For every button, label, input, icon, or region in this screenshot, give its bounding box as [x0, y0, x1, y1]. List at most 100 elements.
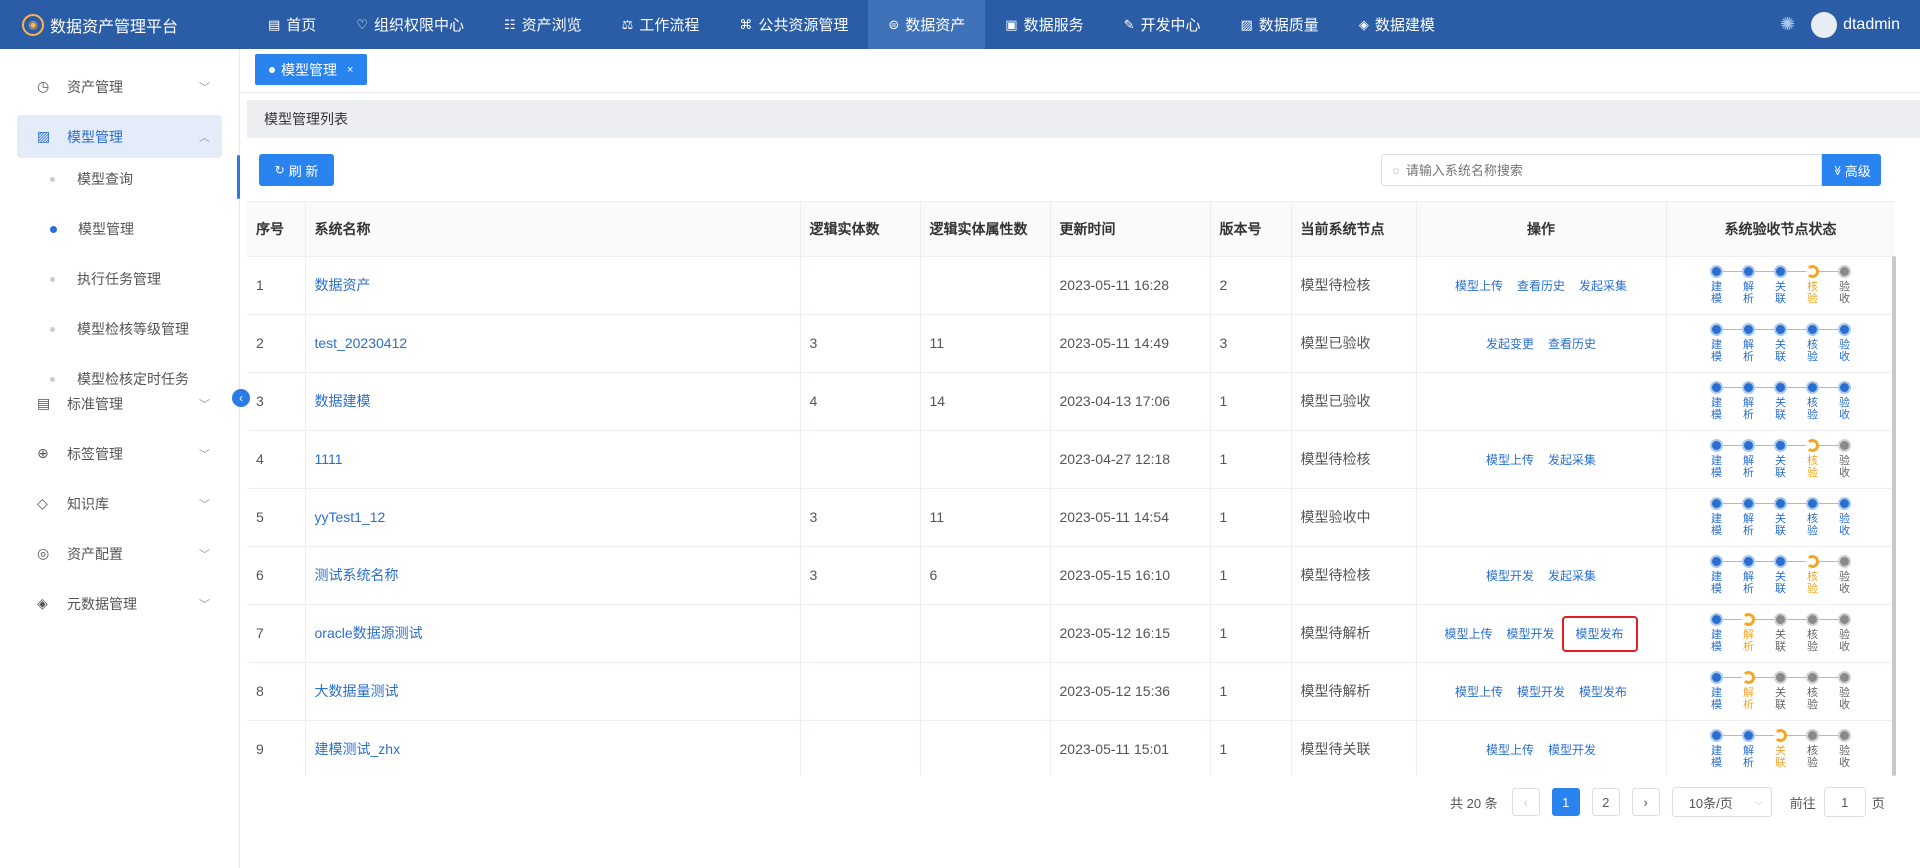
column-header: 逻辑实体数 — [800, 202, 921, 257]
nav-item-5[interactable]: ⊜ 数据资产 — [868, 0, 986, 49]
column-header: 系统验收节点状态 — [1666, 202, 1895, 257]
sidebar-item-3[interactable]: ⊕ 标签管理 ﹀ — [17, 432, 222, 475]
page-button[interactable]: 1 — [1551, 788, 1580, 816]
status-dot-icon — [1710, 671, 1723, 684]
action-link[interactable]: 模型开发 — [1517, 685, 1565, 699]
nav-item-7[interactable]: ✎ 开发中心 — [1104, 0, 1221, 49]
status-dot-icon — [1838, 381, 1851, 394]
page-button[interactable]: 2 — [1591, 788, 1620, 816]
sidebar-item-4[interactable]: ◇ 知识库 ﹀ — [17, 482, 222, 525]
table-row: 2 test_20230412 3 11 2023-05-11 14:49 3 模型已验收发… — [247, 314, 1895, 373]
refresh-button[interactable]: ↻ 刷 新 — [259, 154, 334, 186]
status-dot-icon — [1774, 439, 1787, 452]
action-link[interactable]: 模型开发 — [1506, 627, 1554, 641]
action-link[interactable]: 查看历史 — [1517, 279, 1565, 293]
sidebar-subitem-1[interactable]: 模型管理 — [50, 214, 134, 244]
page-size-select[interactable]: 10条/页 ⌵ — [1671, 787, 1772, 817]
system-name-link[interactable]: 建模测试_zhx — [305, 720, 801, 776]
action-link[interactable]: 模型开发 — [1548, 743, 1596, 757]
status-label: 核验 — [1807, 339, 1818, 363]
sidebar-item-6[interactable]: ◈ 元数据管理 ﹀ — [17, 582, 222, 625]
action-link[interactable]: 发起采集 — [1548, 569, 1596, 583]
system-name-link[interactable]: oracle数据源测试 — [305, 604, 801, 663]
status-dot-icon — [1710, 439, 1723, 452]
advanced-button[interactable]: ≫ 高级 — [1822, 154, 1881, 186]
sidebar-item-5[interactable]: ◎ 资产配置 ﹀ — [17, 532, 222, 575]
sidebar-item-1[interactable]: ▨ 模型管理 ︿ — [17, 115, 222, 158]
action-link[interactable]: 模型发布 — [1561, 615, 1638, 652]
status-step: 建模 — [1701, 671, 1749, 711]
chevron-down-icon: ﹀ — [199, 448, 210, 461]
status-label: 核验 — [1807, 513, 1818, 537]
status-label: 验收 — [1839, 281, 1850, 305]
status-label: 解析 — [1743, 745, 1754, 769]
nav-item-6[interactable]: ▣ 数据服务 — [985, 0, 1103, 49]
system-name-link[interactable]: 大数据量测试 — [305, 662, 801, 721]
chevron-down-icon: ⌵ — [1755, 796, 1763, 808]
table-row: 6 测试系统名称 3 6 2023-05-15 16:10 1 模型待检核 模型开发 发起采集建… — [247, 546, 1895, 605]
action-link[interactable]: 发起采集 — [1579, 279, 1627, 293]
goto-page-input[interactable]: 1 — [1823, 787, 1866, 817]
cell-attrs — [920, 256, 1051, 315]
status-label: 关联 — [1775, 745, 1786, 769]
tab-label: 模型管理 — [281, 61, 337, 78]
user-name[interactable]: dtadmin — [1843, 16, 1900, 34]
system-name-link[interactable]: 数据建模 — [305, 372, 801, 431]
status-label: 关联 — [1775, 513, 1786, 537]
table-scrollbar[interactable] — [1892, 256, 1896, 776]
system-name-link[interactable]: 数据资产 — [305, 256, 801, 315]
status-dot-icon — [1774, 381, 1787, 394]
avatar[interactable] — [1811, 11, 1838, 38]
system-name-link[interactable]: test_20230412 — [305, 314, 801, 373]
prev-page-button[interactable]: ‹ — [1511, 788, 1540, 816]
status-dot-icon — [1806, 729, 1819, 742]
collapse-sidebar-button[interactable]: ‹ — [232, 389, 250, 407]
system-name-link[interactable]: 1111 — [305, 430, 801, 489]
sidebar-subitem-2[interactable]: 执行任务管理 — [50, 264, 161, 294]
top-navbar: ◉ 数据资产管理平台 ▤ 首页 ♡ 组织权限中心 ☷ 资产浏览 ⚖ 工作流程 ⌘ 公共资源管理 ⊜ 数… — [0, 0, 1920, 49]
action-link[interactable]: 模型上传 — [1455, 685, 1503, 699]
status-dot-icon — [1710, 729, 1723, 742]
nav-item-3[interactable]: ⚖ 工作流程 — [602, 0, 720, 49]
nav-item-0[interactable]: ▤ 首页 — [248, 0, 336, 49]
close-icon[interactable]: × — [347, 64, 353, 76]
status-label: 关联 — [1775, 455, 1786, 479]
status-dot-icon — [1806, 265, 1819, 278]
cell-version: 1 — [1210, 604, 1292, 663]
status-dot-icon — [1806, 671, 1819, 684]
sidebar-item-0[interactable]: ◷ 资产管理 ﹀ — [17, 65, 222, 108]
action-link[interactable]: 发起变更 — [1486, 337, 1534, 351]
search-input[interactable] — [1405, 162, 1806, 178]
nav-item-4[interactable]: ⌘ 公共资源管理 — [719, 0, 868, 49]
sidebar-subitem-4[interactable]: 模型检核定时任务 — [50, 364, 189, 394]
action-link[interactable]: 模型上传 — [1486, 453, 1534, 467]
cell-entities — [800, 256, 921, 315]
action-link[interactable]: 模型发布 — [1579, 685, 1627, 699]
action-link[interactable]: 模型上传 — [1444, 627, 1492, 641]
nav-label: 资产浏览 — [521, 17, 582, 34]
action-link[interactable]: 模型上传 — [1486, 743, 1534, 757]
nav-item-2[interactable]: ☷ 资产浏览 — [484, 0, 602, 49]
status-dot-icon — [1710, 555, 1723, 568]
sidebar-subitem-3[interactable]: 模型检核等级管理 — [50, 314, 189, 344]
sidebar-subitem-0[interactable]: 模型查询 — [50, 164, 133, 194]
nav-item-1[interactable]: ♡ 组织权限中心 — [336, 0, 484, 49]
next-page-button[interactable]: › — [1631, 788, 1660, 816]
action-link[interactable]: 查看历史 — [1548, 337, 1596, 351]
nav-item-9[interactable]: ◈ 数据建模 — [1339, 0, 1455, 49]
action-link[interactable]: 模型开发 — [1486, 569, 1534, 583]
cell-actions — [1416, 488, 1667, 547]
sidebar-subitem-label: 模型管理 — [78, 221, 134, 237]
brand[interactable]: ◉ 数据资产管理平台 — [0, 13, 240, 37]
nav-item-8[interactable]: ▨ 数据质量 — [1221, 0, 1339, 49]
refresh-icon: ↻ — [274, 163, 285, 177]
assistant-icon[interactable]: ✺ — [1780, 14, 1795, 35]
tab-model-management[interactable]: 模型管理 × — [255, 54, 368, 85]
system-name-link[interactable]: yyTest1_12 — [305, 488, 801, 547]
system-name-link[interactable]: 测试系统名称 — [305, 546, 801, 605]
action-link[interactable]: 模型上传 — [1455, 279, 1503, 293]
action-link[interactable]: 发起采集 — [1548, 453, 1596, 467]
status-dot-icon — [1742, 381, 1755, 394]
sidebar-subitem-label: 执行任务管理 — [77, 271, 161, 287]
cell-version: 1 — [1210, 720, 1292, 776]
